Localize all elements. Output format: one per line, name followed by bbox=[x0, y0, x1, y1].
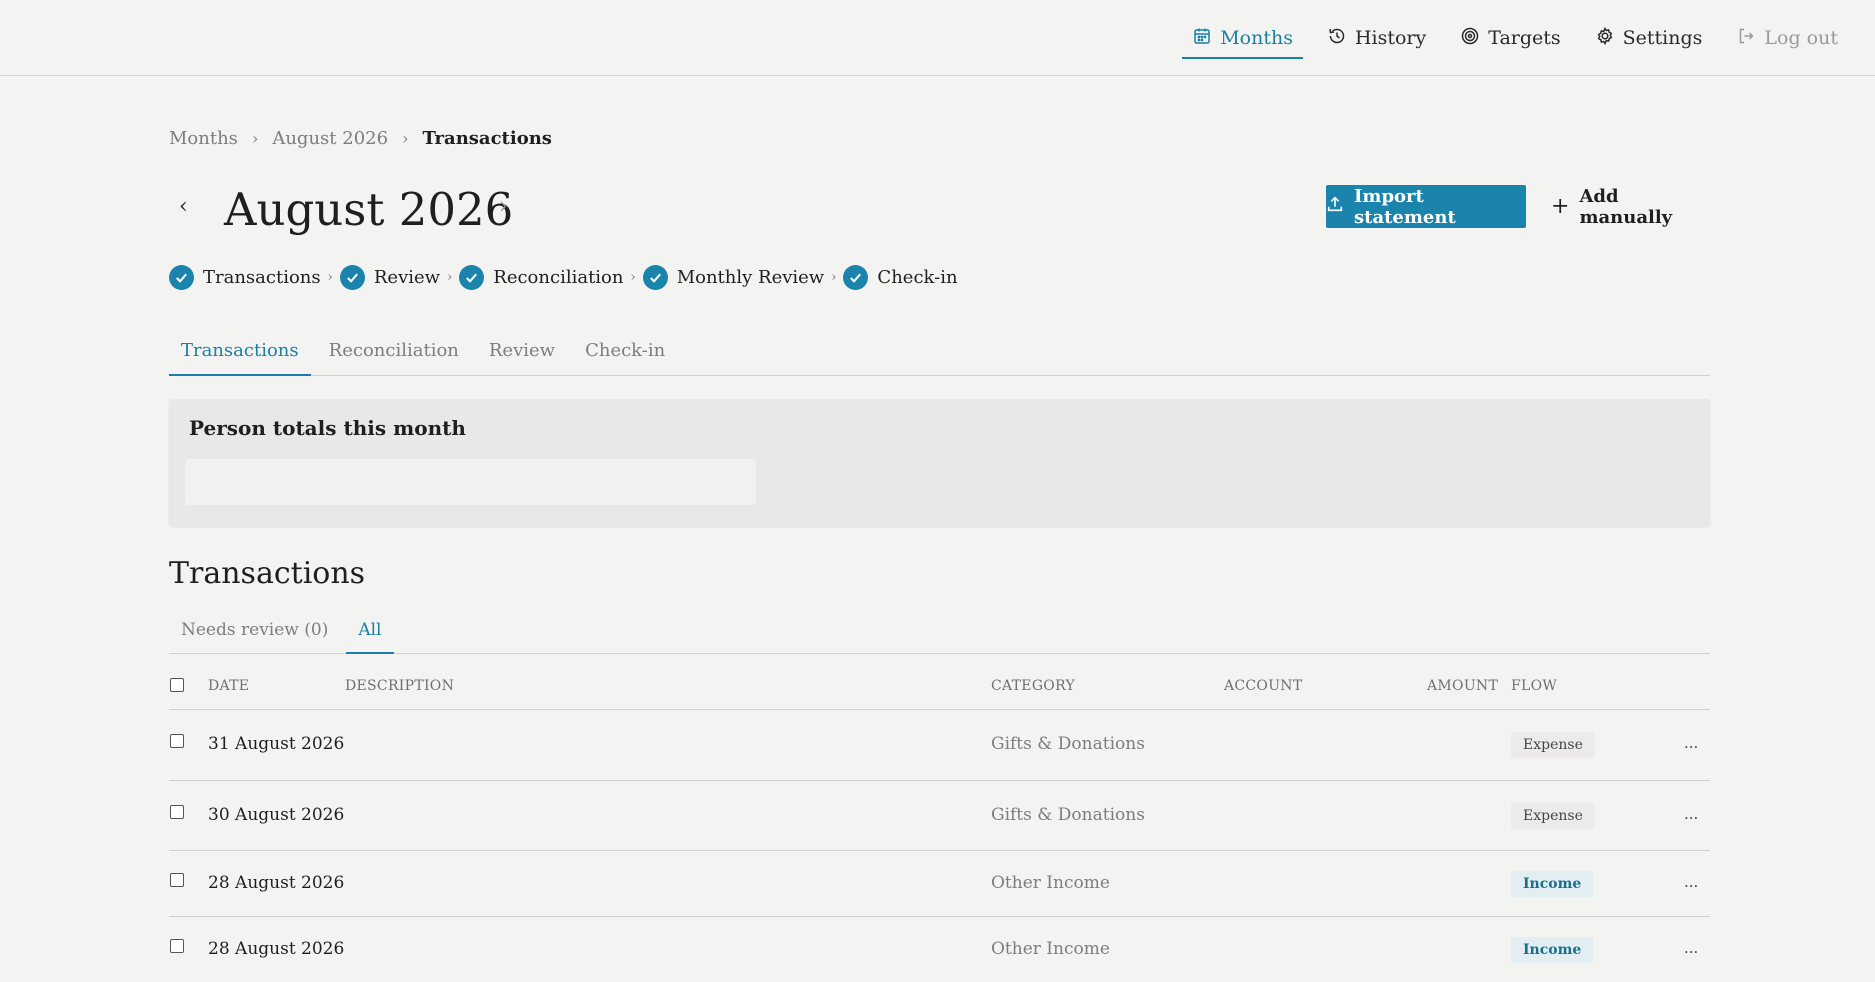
tab-needs-review[interactable]: Needs review (0) bbox=[169, 612, 340, 653]
previous-month-button[interactable]: ‹ bbox=[179, 194, 188, 219]
person-totals-card: Person totals this month bbox=[169, 399, 1710, 526]
tab-review[interactable]: Review bbox=[477, 332, 567, 375]
add-manually-label: Add manually bbox=[1579, 185, 1673, 228]
transactions-table: DATE DESCRIPTION CATEGORY ACCOUNT AMOUNT… bbox=[169, 654, 1710, 982]
step-monthly-review[interactable]: Monthly Review bbox=[642, 265, 825, 290]
transaction-filter-tabs: Needs review (0) All bbox=[169, 612, 1710, 654]
row-category[interactable]: Gifts & Donations bbox=[991, 805, 1145, 825]
column-category[interactable]: CATEGORY bbox=[991, 678, 1075, 694]
top-bar: Months History Targets Settings Log out bbox=[0, 0, 1875, 76]
column-date[interactable]: DATE bbox=[208, 678, 249, 694]
step-reconciliation[interactable]: Reconciliation bbox=[459, 265, 623, 290]
table-row[interactable]: 28 August 2026 Other Income Income ... bbox=[169, 917, 1710, 982]
nav-settings-label: Settings bbox=[1622, 27, 1703, 49]
person-totals-title: Person totals this month bbox=[189, 416, 466, 440]
step-transactions[interactable]: Transactions bbox=[169, 265, 321, 290]
row-category[interactable]: Other Income bbox=[991, 873, 1110, 893]
chevron-right-icon: › bbox=[447, 270, 453, 285]
check-circle-icon bbox=[459, 265, 485, 290]
table-row[interactable]: 31 August 2026 Gifts & Donations Expense… bbox=[169, 710, 1710, 781]
main-nav: Months History Targets Settings Log out bbox=[1175, 0, 1855, 76]
row-checkbox[interactable] bbox=[170, 805, 184, 819]
tab-check-in[interactable]: Check-in bbox=[573, 332, 677, 375]
row-checkbox[interactable] bbox=[170, 873, 184, 887]
row-category[interactable]: Other Income bbox=[991, 939, 1110, 959]
step-label: Check-in bbox=[877, 267, 958, 288]
flow-badge: Expense bbox=[1511, 732, 1595, 758]
chevron-right-icon: › bbox=[630, 270, 636, 285]
column-flow[interactable]: FLOW bbox=[1511, 678, 1557, 694]
nav-history-label: History bbox=[1354, 27, 1427, 49]
step-label: Review bbox=[373, 267, 441, 288]
upload-icon bbox=[1326, 195, 1344, 218]
nav-months[interactable]: Months bbox=[1175, 0, 1310, 76]
person-totals-placeholder bbox=[185, 459, 756, 505]
nav-months-label: Months bbox=[1220, 27, 1293, 49]
step-review[interactable]: Review bbox=[339, 265, 441, 290]
table-row[interactable]: 30 August 2026 Gifts & Donations Expense… bbox=[169, 781, 1710, 851]
history-icon bbox=[1327, 26, 1347, 51]
progress-steps: Transactions › Review › Reconciliation ›… bbox=[169, 265, 958, 290]
chevron-right-icon: › bbox=[327, 270, 333, 285]
tab-reconciliation[interactable]: Reconciliation bbox=[317, 332, 471, 375]
transactions-heading: Transactions bbox=[169, 556, 366, 591]
tab-transactions[interactable]: Transactions bbox=[169, 332, 311, 376]
page-title: August 2026 bbox=[224, 183, 514, 236]
nav-logout-label: Log out bbox=[1764, 27, 1838, 49]
step-label: Reconciliation bbox=[493, 267, 624, 288]
column-description[interactable]: DESCRIPTION bbox=[345, 678, 454, 694]
row-category[interactable]: Gifts & Donations bbox=[991, 734, 1145, 754]
row-date: 30 August 2026 bbox=[208, 805, 345, 825]
plus-icon: + bbox=[1551, 194, 1570, 219]
flow-badge: Income bbox=[1511, 871, 1594, 897]
step-label: Transactions bbox=[203, 267, 321, 288]
check-circle-icon bbox=[843, 265, 869, 290]
step-label: Monthly Review bbox=[676, 267, 825, 288]
target-icon bbox=[1460, 26, 1480, 51]
row-date: 31 August 2026 bbox=[208, 734, 345, 754]
chevron-right-icon: › bbox=[831, 270, 837, 285]
column-account[interactable]: ACCOUNT bbox=[1224, 678, 1303, 694]
row-more-button[interactable]: ... bbox=[1684, 734, 1698, 752]
import-statement-button[interactable]: Import statement bbox=[1326, 185, 1526, 228]
row-more-button[interactable]: ... bbox=[1684, 805, 1698, 823]
page-tabs: Transactions Reconciliation Review Check… bbox=[169, 332, 1710, 376]
logout-icon bbox=[1736, 26, 1756, 51]
flow-badge: Income bbox=[1511, 937, 1594, 963]
chevron-right-icon: › bbox=[402, 129, 409, 148]
check-circle-icon bbox=[169, 265, 194, 290]
flow-badge: Expense bbox=[1511, 803, 1595, 829]
step-check-in[interactable]: Check-in bbox=[843, 265, 958, 290]
title-row: ‹ August 2026 › Import statement + Add m… bbox=[169, 176, 1710, 246]
chevron-right-icon: › bbox=[251, 129, 259, 148]
column-amount[interactable]: AMOUNT bbox=[1427, 678, 1498, 694]
table-row[interactable]: 28 August 2026 Other Income Income ... bbox=[169, 851, 1710, 917]
select-all-checkbox[interactable] bbox=[170, 678, 184, 692]
nav-targets-label: Targets bbox=[1488, 27, 1561, 49]
breadcrumb-months[interactable]: Months bbox=[169, 128, 238, 149]
row-checkbox[interactable] bbox=[170, 734, 184, 748]
row-date: 28 August 2026 bbox=[208, 873, 345, 893]
nav-history[interactable]: History bbox=[1310, 0, 1443, 76]
nav-settings[interactable]: Settings bbox=[1578, 0, 1720, 76]
import-statement-label: Import statement bbox=[1354, 185, 1456, 228]
nav-targets[interactable]: Targets bbox=[1443, 0, 1577, 76]
calendar-icon bbox=[1192, 26, 1212, 51]
breadcrumb-current: Transactions bbox=[422, 128, 552, 149]
row-date: 28 August 2026 bbox=[208, 939, 345, 959]
breadcrumb-month[interactable]: August 2026 bbox=[272, 128, 388, 149]
add-manually-button[interactable]: + Add manually bbox=[1551, 185, 1710, 228]
tab-all[interactable]: All bbox=[346, 612, 394, 654]
breadcrumb: Months › August 2026 › Transactions bbox=[169, 128, 552, 149]
gear-icon bbox=[1595, 26, 1615, 51]
row-more-button[interactable]: ... bbox=[1684, 939, 1698, 957]
row-checkbox[interactable] bbox=[170, 939, 184, 953]
next-month-button[interactable]: › bbox=[499, 194, 508, 219]
check-circle-icon bbox=[642, 265, 668, 290]
nav-logout[interactable]: Log out bbox=[1719, 0, 1855, 76]
row-more-button[interactable]: ... bbox=[1684, 873, 1698, 891]
table-header: DATE DESCRIPTION CATEGORY ACCOUNT AMOUNT… bbox=[169, 654, 1710, 710]
check-circle-icon bbox=[339, 265, 365, 290]
